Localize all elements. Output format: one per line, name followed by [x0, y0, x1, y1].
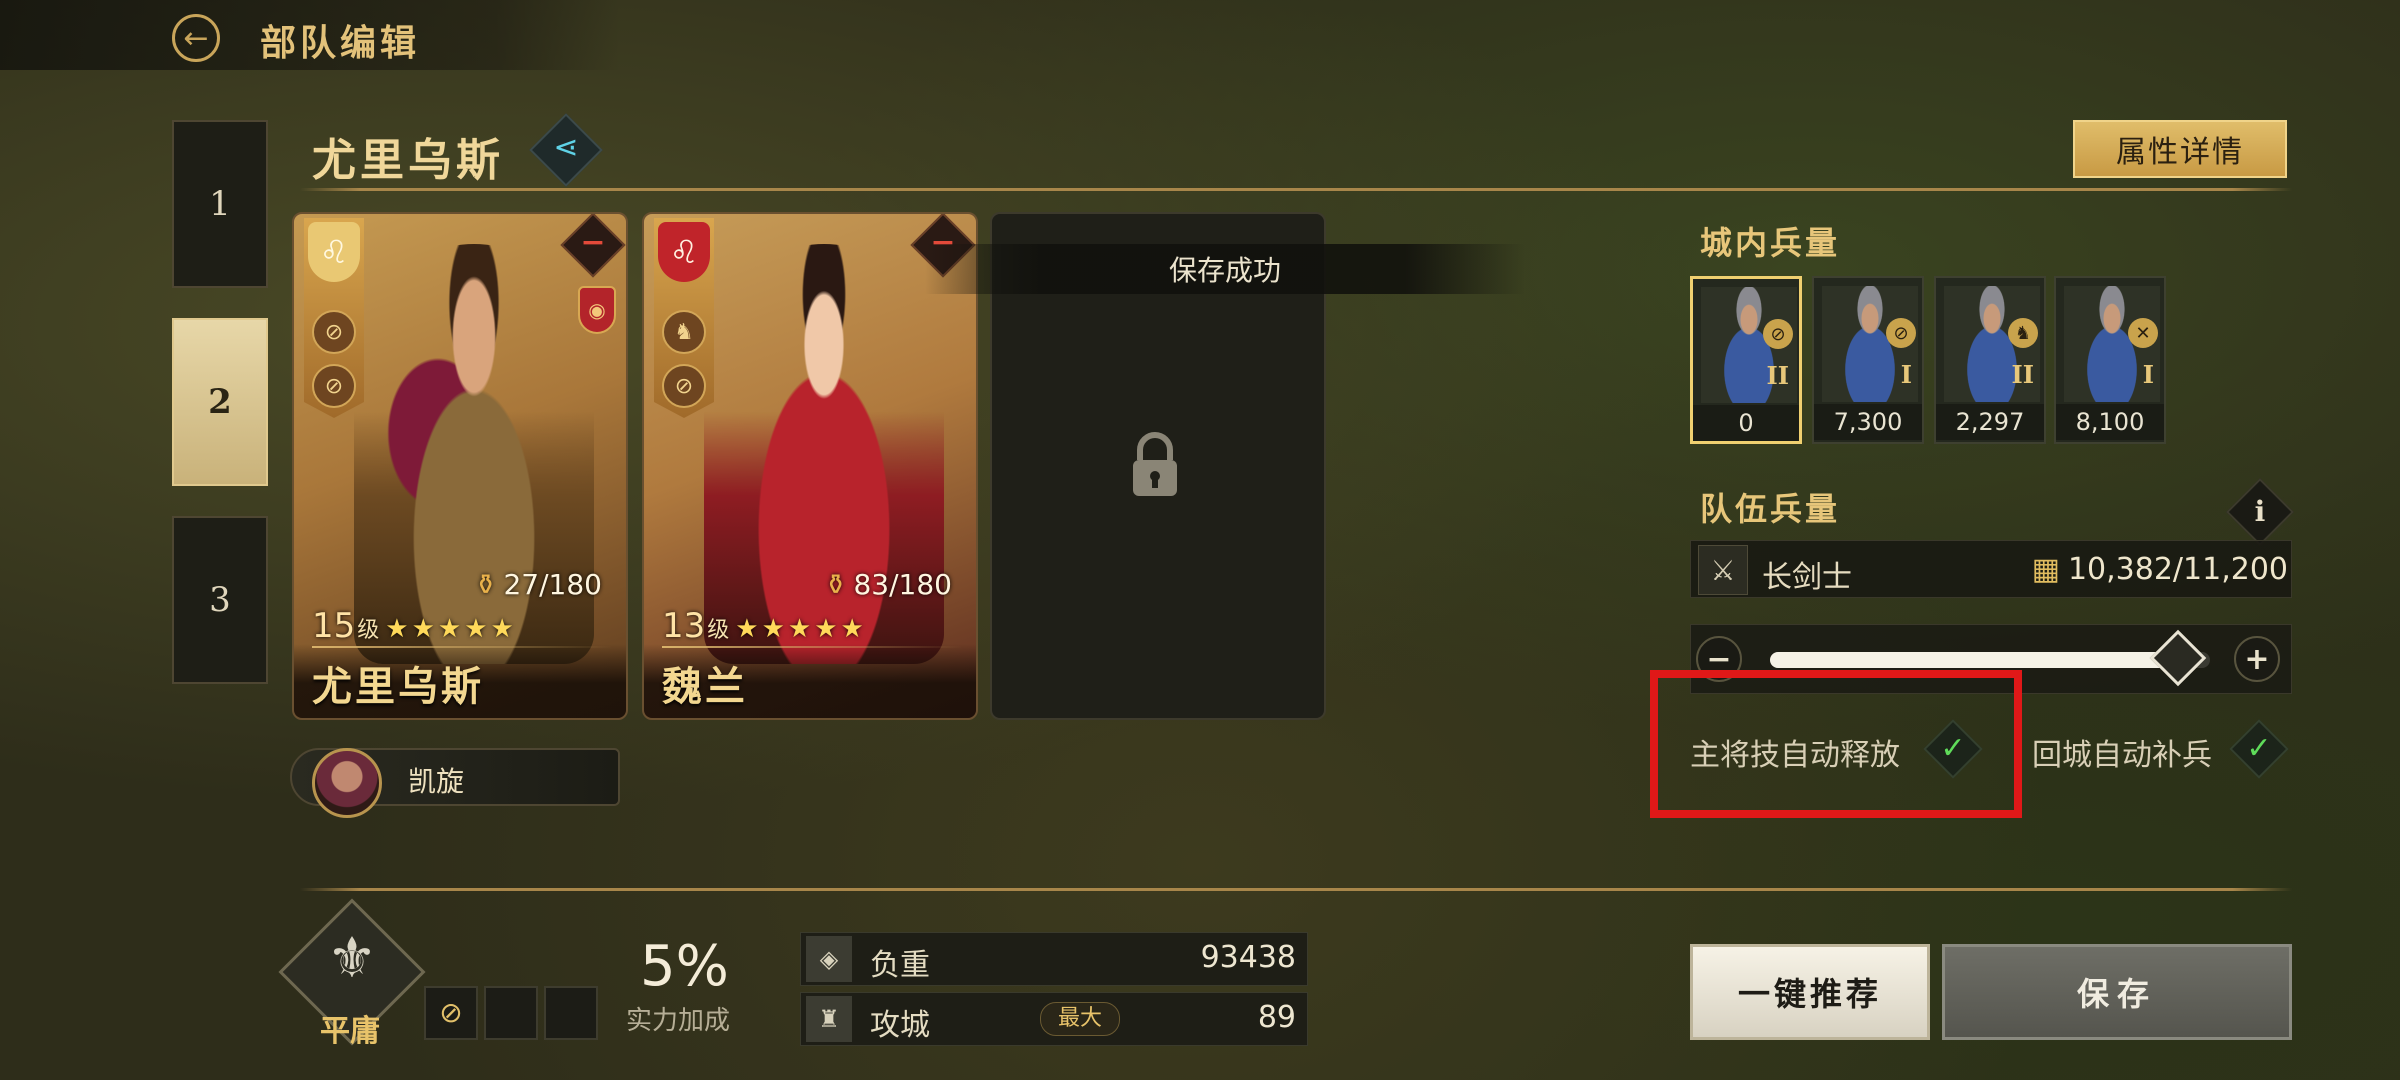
slot-tab-1[interactable]: 1	[172, 120, 268, 288]
auto-refill-label: 回城自动补兵	[2032, 738, 2212, 773]
hero-portrait	[704, 244, 944, 664]
slot-tab-3[interactable]: 3	[172, 516, 268, 684]
hero-name: 尤里乌斯	[312, 663, 484, 710]
load-label: 负重	[870, 948, 930, 983]
troop-count: 8,100	[2056, 404, 2164, 440]
top-divider	[300, 188, 2292, 191]
power-bonus-value: 5%	[640, 934, 729, 999]
skill-avatar	[312, 748, 382, 818]
hero-name: 魏兰	[662, 663, 748, 710]
attribute-details-button[interactable]: 属性详情	[2073, 120, 2287, 178]
spear-icon: ⚜	[326, 926, 378, 991]
load-value: 93438	[1200, 940, 1296, 975]
flask-icon: ⚱	[474, 568, 498, 601]
team-troop-name: 长剑士	[1762, 560, 1852, 595]
star-rating: ★★★★★	[735, 614, 867, 644]
faction-shield-icon: ◉	[578, 286, 616, 334]
back-arrow-icon: ←	[183, 20, 209, 56]
city-troops-title: 城内兵量	[1700, 224, 1841, 262]
increase-button[interactable]: +	[2234, 636, 2280, 682]
cavalry-type-icon: ♞	[2008, 318, 2038, 348]
layers-icon: ◈	[806, 936, 852, 982]
troop-tier: I	[2142, 360, 2154, 389]
troop-card[interactable]: ✕ I 8,100	[2054, 276, 2166, 444]
siege-icon: ♜	[806, 996, 852, 1042]
skill-slot-icon: ⊘	[312, 310, 356, 354]
max-tag: 最大	[1040, 1002, 1120, 1036]
back-button[interactable]: ←	[172, 14, 220, 62]
sword-icon: ⚔	[1698, 545, 1748, 595]
hero-portrait	[354, 244, 594, 664]
lion-crest-icon: ♌	[658, 222, 710, 282]
formation-label: 平庸	[320, 1014, 380, 1049]
sword-type-icon: ⊘	[1763, 319, 1793, 349]
team-troop-capacity: ▦ 10,382/11,200	[2031, 552, 2288, 587]
hero-card-1[interactable]: ♌ ⊘ ⊘ − ◉ ⚱ 27/180 15级 ★★★★★ 尤里乌斯	[292, 212, 628, 720]
share-icon: ⋖	[553, 130, 579, 165]
troop-count: 2,297	[1936, 404, 2044, 440]
siege-label: 攻城	[870, 1008, 930, 1043]
name-underline	[662, 646, 962, 648]
slot-tab-2[interactable]: 2	[172, 318, 268, 486]
troop-count: 0	[1693, 405, 1799, 441]
troop-card[interactable]: ⊘ I 7,300	[1812, 276, 1924, 444]
troop-tier: II	[2011, 360, 2034, 389]
troop-card[interactable]: ⊘ II 0	[1690, 276, 1802, 444]
save-success-toast: 保存成功	[925, 244, 1525, 294]
troop-card[interactable]: ♞ II 2,297	[1934, 276, 2046, 444]
name-underline	[312, 646, 612, 648]
save-button[interactable]: 保存	[1942, 944, 2292, 1040]
sword-slot-icon: ⊘	[439, 996, 463, 1029]
highlight-box	[1650, 670, 2022, 818]
bottom-divider	[300, 888, 2292, 891]
hero-level: 13级 ★★★★★	[662, 606, 867, 646]
lock-icon	[1133, 432, 1177, 496]
page-title: 部队编辑	[260, 23, 421, 64]
troop-count: 7,300	[1814, 404, 1922, 440]
troop-slider-fill	[1770, 652, 2178, 668]
recommend-button[interactable]: 一键推荐	[1690, 944, 1930, 1040]
skill-slot-icon: ⊘	[662, 364, 706, 408]
minus-icon: −	[580, 225, 606, 260]
check-icon: ✓	[2246, 731, 2272, 766]
team-troops-title: 队伍兵量	[1700, 490, 1841, 528]
skill-slot-icon: ♞	[662, 310, 706, 354]
siege-value: 89	[1257, 1000, 1296, 1035]
power-bonus-label: 实力加成	[626, 1006, 731, 1036]
star-rating: ★★★★★	[385, 614, 517, 644]
hero-power: ⚱ 27/180	[474, 568, 602, 601]
troop-tier: I	[1900, 360, 1912, 389]
calculator-icon: ▦	[2031, 552, 2060, 587]
flask-icon: ⚱	[824, 568, 848, 601]
commander-name: 尤里乌斯	[312, 135, 504, 186]
lion-crest-icon: ♌	[308, 222, 360, 282]
plus-icon: +	[2244, 641, 2270, 677]
skill-name: 凯旋	[408, 765, 465, 798]
hero-power: ⚱ 83/180	[824, 568, 952, 601]
sword-type-icon: ⊘	[1886, 318, 1916, 348]
equip-slot[interactable]	[484, 986, 538, 1040]
hero-level: 15级 ★★★★★	[312, 606, 517, 646]
equip-slot[interactable]	[544, 986, 598, 1040]
equip-slot[interactable]: ⊘	[424, 986, 478, 1040]
archer-type-icon: ✕	[2128, 318, 2158, 348]
info-icon: i	[2254, 495, 2266, 528]
skill-slot-icon: ⊘	[312, 364, 356, 408]
troop-tier: II	[1766, 361, 1789, 390]
